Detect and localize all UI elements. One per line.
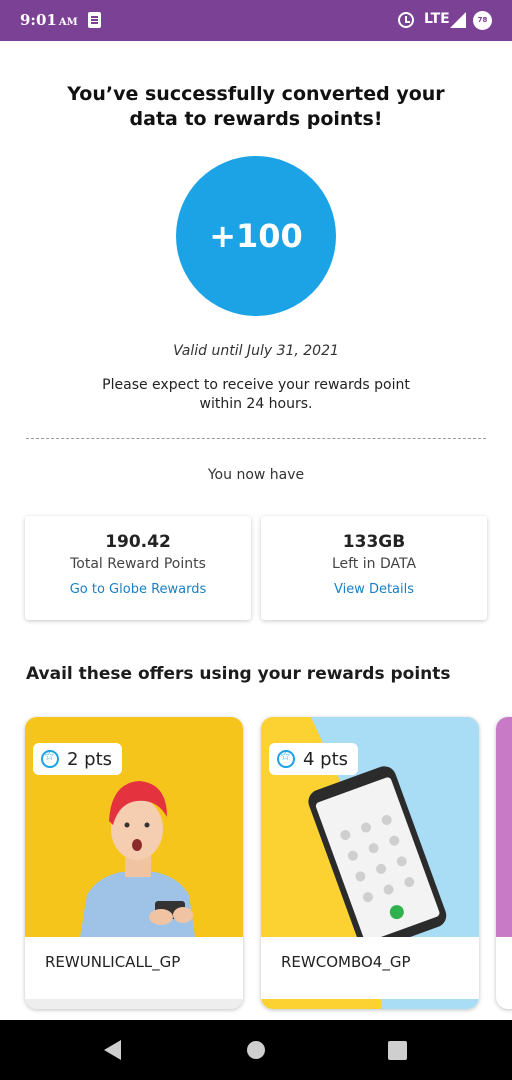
home-icon[interactable] — [247, 1041, 265, 1059]
system-nav-bar — [0, 1020, 512, 1080]
offer-image-partial — [496, 717, 512, 937]
valid-until-text: Valid until July 31, 2021 — [173, 343, 339, 359]
points-awarded-badge: +100 — [176, 156, 336, 316]
points-cost-badge: 4 pts — [269, 743, 359, 775]
note-icon — [88, 12, 101, 28]
points-cost: 2 pts — [67, 748, 113, 770]
offer-image-phone-dialer: 4 pts — [261, 717, 479, 937]
offer-card[interactable]: 4 pts REWCOMBO4_GP — [261, 717, 479, 1009]
offer-card-edge — [25, 999, 243, 1009]
star-icon — [277, 749, 295, 768]
points-awarded-value: +100 — [209, 217, 303, 255]
data-balance-label: Left in DATA — [331, 556, 417, 572]
now-have-label: You now have — [207, 467, 305, 483]
offer-image-person-texting: 2 pts — [25, 717, 243, 937]
expect-note: Please expect to receive your rewards po… — [102, 377, 410, 412]
offer-name: REWCOMBO4_GP — [281, 953, 411, 971]
offer-card-partial[interactable] — [496, 717, 512, 1009]
offer-card[interactable]: 2 pts REWUNLICALL_GP — [25, 717, 243, 1009]
summary-cards: 190.42 Total Reward Points Go to Globe R… — [20, 510, 492, 630]
status-bar: 9:01 AM LTE 78 — [0, 0, 512, 41]
offer-card-edge — [261, 999, 479, 1009]
rewards-points-label: Total Reward Points — [70, 556, 206, 572]
signal-icon — [450, 12, 466, 28]
data-balance-value: 133GB — [342, 532, 406, 552]
back-icon[interactable] — [104, 1040, 121, 1060]
status-time-value: 9:01 — [20, 11, 57, 29]
recents-icon[interactable] — [388, 1041, 407, 1060]
offers-section-title: Avail these offers using your rewards po… — [26, 664, 451, 684]
rewards-points-value: 190.42 — [105, 532, 171, 552]
dashed-divider — [26, 438, 486, 439]
status-time: 9:01 AM — [20, 11, 78, 29]
star-icon — [41, 749, 59, 768]
offer-name: REWUNLICALL_GP — [45, 953, 181, 971]
rewards-points-card: 190.42 Total Reward Points Go to Globe R… — [25, 516, 251, 620]
view-details-link[interactable]: View Details — [261, 582, 487, 597]
battery-icon: 78 — [473, 11, 492, 30]
network-type: LTE — [424, 11, 450, 27]
points-cost: 4 pts — [303, 748, 349, 770]
points-cost-badge: 2 pts — [33, 743, 123, 775]
alarm-icon — [398, 12, 414, 28]
go-to-globe-rewards-link[interactable]: Go to Globe Rewards — [25, 582, 251, 597]
status-time-ampm: AM — [58, 17, 78, 28]
success-headline: You’ve successfully converted your data … — [67, 83, 445, 130]
data-balance-card: 133GB Left in DATA View Details — [261, 516, 487, 620]
